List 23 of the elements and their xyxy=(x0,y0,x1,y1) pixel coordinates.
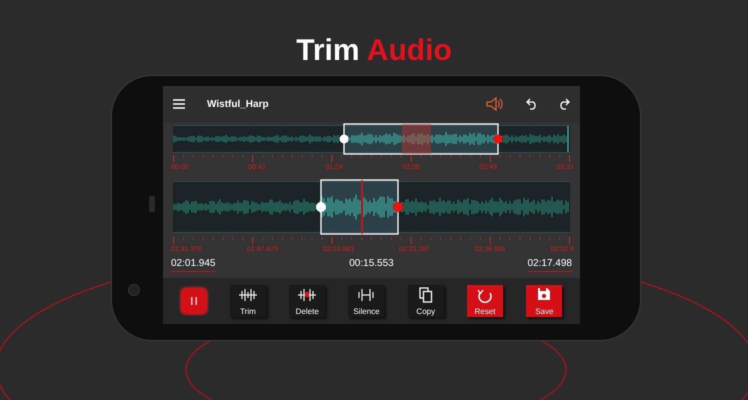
delete-button[interactable]: Delete xyxy=(289,285,326,317)
silence-button[interactable]: Silence xyxy=(348,285,384,317)
waveform-cut-icon xyxy=(238,287,258,303)
waveform-silence-icon xyxy=(356,287,376,303)
undo-icon[interactable] xyxy=(526,98,538,110)
pause-icon xyxy=(190,297,197,305)
waveform-delete-icon xyxy=(297,287,318,303)
file-title: Wistful_Harp xyxy=(207,98,270,110)
time-readout: 02:01.945 xyxy=(171,258,216,272)
camera-dot xyxy=(128,284,140,296)
save-button[interactable]: Save xyxy=(526,285,562,317)
redo-icon[interactable] xyxy=(558,98,570,110)
copy-button[interactable]: Copy xyxy=(408,285,444,317)
trim-button[interactable]: Trim xyxy=(230,285,266,317)
pause-button[interactable] xyxy=(180,288,207,314)
time-readout: 02:17.498 xyxy=(528,258,572,272)
time-readout: 00:15.553 xyxy=(349,258,394,271)
menu-icon[interactable] xyxy=(173,99,185,109)
copy-icon xyxy=(418,287,433,303)
reset-icon xyxy=(477,287,494,303)
reset-button[interactable]: Reset xyxy=(467,285,504,317)
speaker-icon[interactable] xyxy=(486,97,504,111)
page-title: Trim Audio xyxy=(296,34,452,68)
